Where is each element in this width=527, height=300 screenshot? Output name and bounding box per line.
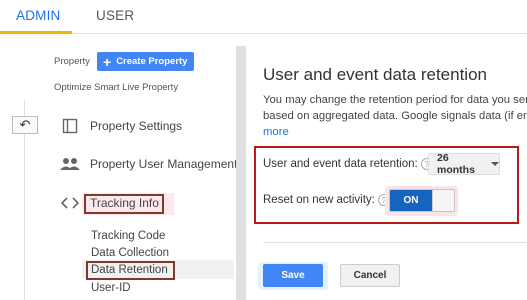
retention-period-value: 26 months [437, 152, 475, 176]
top-tab-bar: ADMIN USER [0, 0, 527, 34]
property-label: Property [54, 56, 90, 67]
panel-scrollbar[interactable] [236, 46, 246, 300]
plus-icon: + [103, 53, 112, 70]
page-title: User and event data retention [263, 65, 487, 84]
reset-setting-label: Reset on new activity:? [263, 194, 390, 206]
data-retention-annotation-box [86, 261, 175, 280]
people-icon [60, 157, 80, 171]
tab-admin[interactable]: ADMIN [16, 8, 61, 23]
property-settings-icon [60, 118, 80, 134]
active-tab-indicator [0, 31, 72, 34]
reset-on-activity-toggle[interactable]: ON [389, 189, 455, 212]
create-property-label: Create Property [116, 56, 188, 67]
property-name[interactable]: Optimize Smart Live Property [54, 82, 178, 93]
nav-item-label: Property Settings [90, 119, 183, 133]
learn-more-link[interactable]: more [263, 124, 527, 140]
code-brackets-icon [60, 197, 80, 209]
description-text: You may change the retention period for … [263, 92, 527, 140]
toggle-state-label: ON [390, 190, 432, 211]
save-button[interactable]: Save [263, 264, 323, 287]
nav-item-label: Property User Management [90, 157, 238, 171]
retention-period-select[interactable]: 26 months [428, 152, 500, 176]
back-button[interactable]: ↶ [12, 116, 38, 134]
retention-label-text: User and event data retention: [263, 158, 418, 171]
reset-label-text: Reset on new activity: [263, 194, 375, 207]
toggle-knob [432, 190, 454, 211]
tab-user[interactable]: USER [96, 8, 134, 23]
tracking-info-annotation-box [84, 194, 164, 214]
description-line-1: You may change the retention period for … [263, 94, 527, 106]
create-property-button[interactable]: + Create Property [97, 52, 194, 71]
sub-item-user-id[interactable]: User-ID [91, 282, 131, 294]
retention-setting-label: User and event data retention:? [263, 158, 433, 170]
arrow-left-icon: ↶ [19, 117, 31, 132]
sub-item-tracking-code[interactable]: Tracking Code [91, 230, 165, 242]
cancel-button[interactable]: Cancel [340, 264, 400, 287]
nav-item-property-settings[interactable]: Property Settings [60, 118, 182, 134]
divider-line [263, 242, 527, 243]
description-line-2: based on aggregated data. Google signals… [263, 110, 527, 122]
nav-item-property-user-management[interactable]: Property User Management [60, 157, 237, 171]
sub-item-data-collection[interactable]: Data Collection [91, 247, 169, 259]
caret-down-icon [491, 162, 499, 166]
